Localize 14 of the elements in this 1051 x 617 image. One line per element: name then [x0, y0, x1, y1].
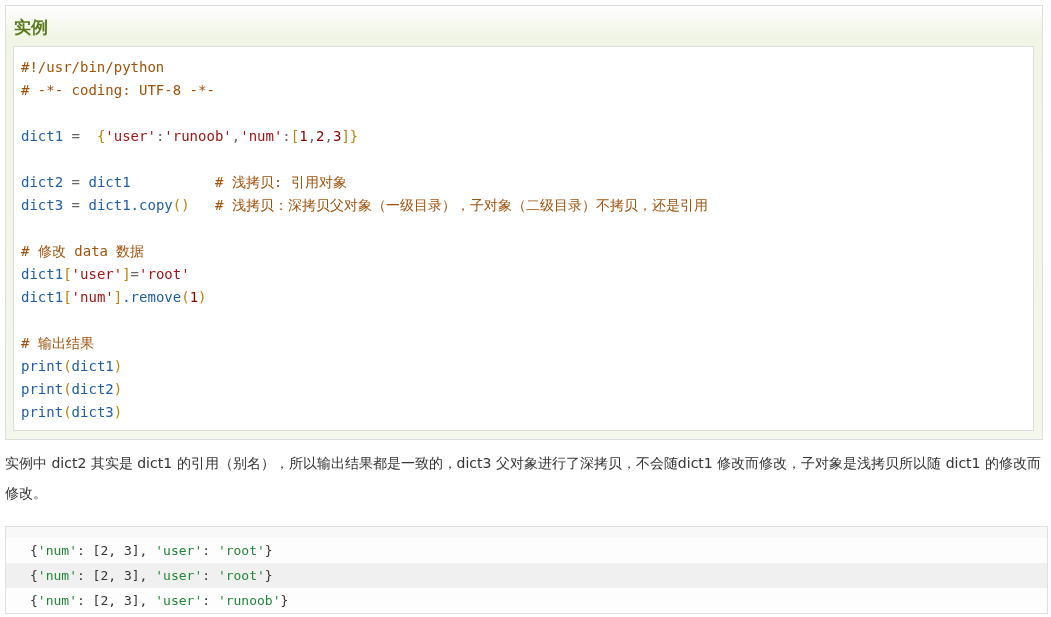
code-line: print(dict1)	[21, 357, 124, 376]
code-line: print(dict2)	[21, 380, 124, 399]
code-line: dict1 = {'user':'runoob','num':[1,2,3]}	[21, 127, 360, 146]
code-line: dict2 = dict1 # 浅拷贝: 引用对象	[21, 173, 348, 192]
code-line: dict1['user']='root'	[21, 265, 191, 284]
code-line: # 修改 data 数据	[21, 242, 146, 261]
code-line: # 输出结果	[21, 334, 95, 353]
code-line: dict1['num'].remove(1)	[21, 288, 208, 307]
code-line: #!/usr/bin/python	[21, 58, 166, 77]
code-line: dict3 = dict1.copy() # 浅拷贝：深拷贝父对象（一级目录），子对象（二级目录）不拷贝，还是引用	[21, 196, 709, 215]
code-line: # -*- coding: UTF-8 -*-	[21, 81, 216, 100]
explanation-paragraph: 实例中 dict2 其实是 dict1 的引用（别名），所以输出结果都是一致的，dict3 父对象进行了深拷贝，不会随dict1 修改而修改，子对象是浅拷贝所以随 dict1 的修改而修改。	[5, 454, 1042, 503]
example-title: 实例	[14, 16, 49, 39]
code-line: print(dict3)	[21, 403, 124, 422]
